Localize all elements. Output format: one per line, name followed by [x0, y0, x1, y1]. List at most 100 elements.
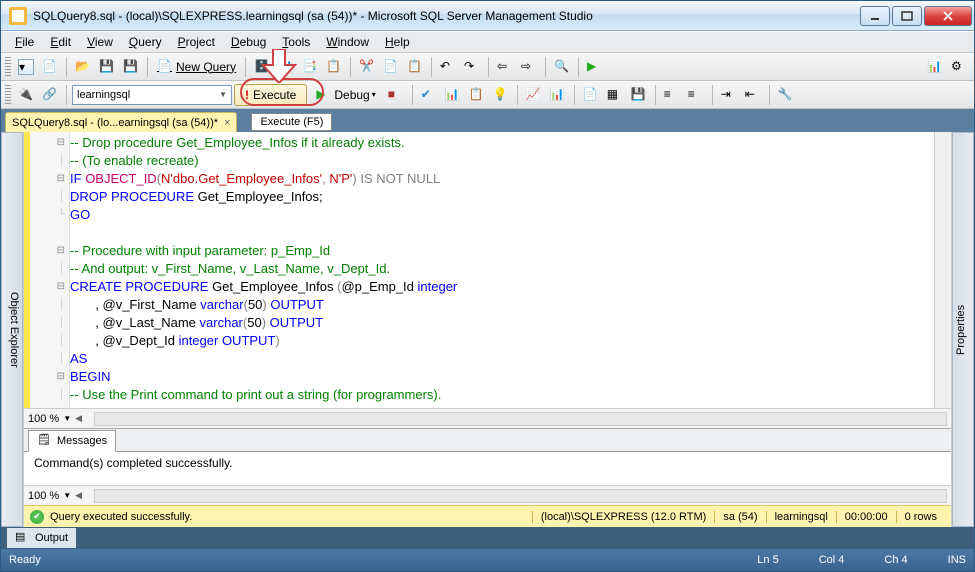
execute-button[interactable]: ! Execute	[234, 84, 307, 106]
status-ready: Ready	[9, 554, 41, 566]
indent-button[interactable]: ⇥	[718, 84, 740, 106]
separator	[574, 85, 575, 105]
minimize-button[interactable]	[860, 6, 890, 26]
nav-back-button[interactable]: ⇦	[494, 56, 516, 78]
menu-help[interactable]: Help	[377, 33, 418, 51]
vertical-scrollbar[interactable]	[934, 132, 951, 408]
output-icon: ▤	[15, 530, 31, 546]
separator	[412, 85, 413, 105]
cancel-query-button[interactable]: ■	[385, 84, 407, 106]
start-button[interactable]: ▶	[584, 56, 606, 78]
status-server: (local)\SQLEXPRESS (12.0 RTM)	[532, 511, 714, 523]
close-button[interactable]	[924, 6, 972, 26]
new-project-button[interactable]: ▾	[15, 56, 37, 78]
horizontal-scrollbar[interactable]	[94, 489, 947, 503]
dm-button[interactable]: 📋	[323, 56, 345, 78]
include-plan-button[interactable]: 📈	[523, 84, 545, 106]
menu-query[interactable]: Query	[121, 33, 170, 51]
paste-button[interactable]: 📋	[404, 56, 426, 78]
messages-zoom-bar: 100 % ▼ ◀	[24, 485, 951, 505]
toolbar-sql-editor: 🔌 🔗 learningsql ▼ ! Execute ▶ Debug ▾ ■ …	[1, 81, 974, 109]
database-combo[interactable]: learningsql ▼	[72, 85, 232, 105]
menu-window[interactable]: Window	[318, 33, 377, 51]
menu-view[interactable]: View	[79, 33, 121, 51]
toolbar-grip[interactable]	[5, 57, 11, 77]
status-ch: Ch 4	[884, 554, 907, 566]
document-tabs: SQLQuery8.sql - (lo...earningsql (sa (54…	[1, 109, 974, 132]
messages-body[interactable]: Command(s) completed successfully.	[24, 451, 951, 485]
cut-button[interactable]: ✂️	[356, 56, 378, 78]
connect-button[interactable]: 🔌	[15, 84, 37, 106]
chevron-down-icon[interactable]: ▼	[63, 491, 71, 500]
menu-tools[interactable]: Tools	[274, 33, 318, 51]
client-stats-button[interactable]: 📊	[547, 84, 569, 106]
redo-button[interactable]: ↷	[461, 56, 483, 78]
status-ins: INS	[948, 554, 966, 566]
mdx-button[interactable]: 📑	[299, 56, 321, 78]
uncomment-button[interactable]: ≡	[685, 84, 707, 106]
save-all-button[interactable]: 💾	[120, 56, 142, 78]
tab-sqlquery8[interactable]: SQLQuery8.sql - (lo...earningsql (sa (54…	[5, 112, 237, 132]
db-engine-query-button[interactable]: 🗄️	[251, 56, 273, 78]
tooltip-execute: Execute (F5)	[251, 113, 332, 131]
options-button[interactable]: ⚙	[948, 56, 970, 78]
sql-editor[interactable]: -- Drop procedure Get_Employee_Infos if …	[24, 132, 951, 408]
query-options-button[interactable]: 📋	[466, 84, 488, 106]
nav-fwd-button[interactable]: ⇨	[518, 56, 540, 78]
separator	[66, 85, 67, 105]
results-file-button[interactable]: 💾	[628, 84, 650, 106]
results-grid-button[interactable]: ▦	[604, 84, 626, 106]
messages-pane: 🗒 Messages Command(s) completed successf…	[24, 428, 951, 505]
status-col: Col 4	[819, 554, 845, 566]
estimated-plan-button[interactable]: 📊	[442, 84, 464, 106]
debug-button[interactable]: ▶ Debug ▾	[309, 84, 382, 106]
status-bar: Ready Ln 5 Col 4 Ch 4 INS	[1, 549, 974, 571]
status-time: 00:00:00	[836, 511, 896, 523]
menu-debug[interactable]: Debug	[223, 33, 274, 51]
menu-bar: File Edit View Query Project Debug Tools…	[1, 31, 974, 53]
analysis-button[interactable]: 📊	[275, 56, 297, 78]
outdent-button[interactable]: ⇤	[742, 84, 764, 106]
specify-values-button[interactable]: 🔧	[775, 84, 797, 106]
execute-label: Execute	[253, 88, 296, 102]
menu-edit[interactable]: Edit	[42, 33, 79, 51]
copy-button[interactable]: 📄	[380, 56, 402, 78]
arrow-left-icon[interactable]: ◀	[75, 413, 82, 424]
add-button[interactable]: 📄	[39, 56, 61, 78]
tab-messages[interactable]: 🗒 Messages	[28, 430, 116, 452]
properties-panel[interactable]: Properties	[952, 132, 974, 527]
maximize-button[interactable]	[892, 6, 922, 26]
new-query-button[interactable]: 📄New Query	[153, 59, 240, 75]
tab-output[interactable]: ▤ Output	[7, 528, 76, 548]
arrow-left-icon[interactable]: ◀	[75, 490, 82, 501]
chevron-down-icon[interactable]: ▼	[63, 414, 71, 423]
horizontal-scrollbar[interactable]	[94, 412, 947, 426]
object-explorer-label: Object Explorer	[8, 292, 20, 368]
menu-file[interactable]: File	[7, 33, 42, 51]
change-conn-button[interactable]: 🔗	[39, 84, 61, 106]
toolbar-grip[interactable]	[5, 85, 11, 105]
comment-button[interactable]: ≡	[661, 84, 683, 106]
code-content[interactable]: -- Drop procedure Get_Employee_Infos if …	[70, 132, 934, 408]
activity-button[interactable]: 📊	[924, 56, 946, 78]
output-bar: ▤ Output	[1, 527, 974, 549]
results-text-button[interactable]: 📄	[580, 84, 602, 106]
close-tab-icon[interactable]: ×	[224, 117, 230, 129]
zoom-value[interactable]: 100 %	[28, 490, 59, 502]
open-button[interactable]: 📂	[72, 56, 94, 78]
separator	[350, 57, 351, 77]
object-explorer-panel[interactable]: Object Explorer	[1, 132, 23, 527]
save-button[interactable]: 💾	[96, 56, 118, 78]
zoom-value[interactable]: 100 %	[28, 413, 59, 425]
find-button[interactable]: 🔍	[551, 56, 573, 78]
status-rows: 0 rows	[896, 511, 945, 523]
database-name: learningsql	[77, 89, 130, 101]
editor-zoom-bar: 100 % ▼ ◀	[24, 408, 951, 428]
parse-button[interactable]: ✔	[418, 84, 440, 106]
intellisense-button[interactable]: 💡	[490, 84, 512, 106]
undo-button[interactable]: ↶	[437, 56, 459, 78]
fold-gutter[interactable]	[30, 132, 70, 408]
query-status-bar: ✔ Query executed successfully. (local)\S…	[24, 505, 951, 527]
menu-project[interactable]: Project	[170, 33, 223, 51]
output-tab-label: Output	[35, 532, 68, 544]
